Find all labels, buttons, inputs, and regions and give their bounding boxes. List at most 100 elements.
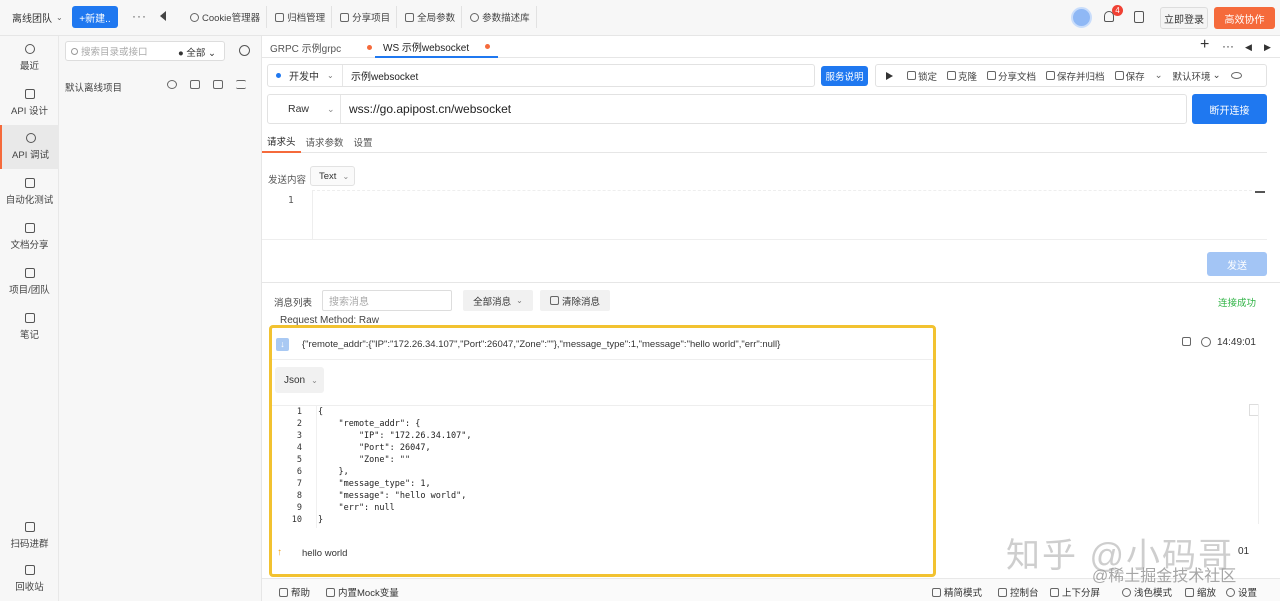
nav-label: API 调试 [12,150,49,161]
share-doc-button[interactable]: 分享文档 [987,69,1036,83]
environment-select[interactable]: 默认环境 ⌄ [1173,69,1221,83]
prev-tab-icon[interactable]: ◀ [1245,42,1252,53]
more-icon[interactable]: ··· [132,9,147,23]
cookie-manager-button[interactable]: Cookie管理器 [184,6,268,28]
sort-icon[interactable] [236,80,246,89]
action-label: 分享文档 [998,71,1037,83]
divider [272,359,933,360]
request-info-bar: 开发中 ⌄ 示例websocket [267,64,815,87]
collapse-arrow-icon[interactable] [160,11,166,21]
console-button[interactable]: 控制台 [998,585,1039,599]
tree-search-input[interactable]: 搜索目录或接口 ● 全部 ⌄ [65,41,225,61]
add-folder-icon[interactable] [190,80,200,89]
send-button[interactable]: 发送 [1207,252,1267,276]
add-tab-icon[interactable]: + [1200,36,1209,54]
save-dropdown-icon[interactable]: ⌄ [1155,70,1163,81]
tree-item-project[interactable]: 默认离线项目 [65,80,122,94]
help-button[interactable]: 帮助 [279,585,310,599]
save-archive-button[interactable]: 保存并归档 [1046,69,1105,83]
message-filter-select[interactable]: 全部消息 ⌄ [463,290,533,311]
nav-item-qr[interactable]: 扫码进群 [0,514,59,558]
nav-label: 笔记 [19,330,39,341]
collapse-icon[interactable] [1255,191,1265,193]
code-line: 2 "remote_addr": { [296,419,421,429]
received-message-row[interactable]: ↓ {"remote_addr":{"IP":"172.26.34.107","… [272,334,933,358]
tab-websocket[interactable]: WS 示例websocket [375,36,499,58]
next-tab-icon[interactable]: ▶ [1264,42,1271,53]
archive-icon [275,12,285,22]
archive-manager-button[interactable]: 归档管理 [269,6,333,28]
more-tabs-icon[interactable]: ··· [1222,39,1234,53]
settings-button[interactable]: 设置 [1226,585,1257,599]
zoom-button[interactable]: 缩放 [1185,585,1216,599]
param-library-button[interactable]: 参数描述库 [464,6,537,28]
tab-grpc[interactable]: GRPC 示例grpc [262,36,380,58]
nav-item-project[interactable]: 项目/团队 [0,260,59,304]
nav-item-api-design[interactable]: API 设计 [0,81,59,125]
collab-button[interactable]: 高效协作 [1214,7,1275,29]
code-text: "message_type": 1, [318,479,431,489]
chevron-down-icon: ⌄ [311,375,318,385]
message-search-input[interactable]: 搜索消息 [322,290,452,311]
nav-item-notes[interactable]: 笔记 [0,305,59,349]
editor-area[interactable] [312,190,1252,240]
disconnect-button[interactable]: 断开连接 [1192,94,1267,124]
nav-label: API 设计 [11,106,48,117]
copy-icon[interactable] [1182,337,1191,346]
footer-label: 缩放 [1197,588,1217,599]
lock-button[interactable]: 锁定 [907,69,937,83]
save-button[interactable]: 保存 [1114,69,1145,83]
archive-icon [1046,71,1056,80]
method-select[interactable]: Raw ⌄ [268,95,341,123]
format-label: Json [284,374,306,386]
scrollbar[interactable] [1258,404,1259,524]
clone-button[interactable]: 克隆 [947,69,977,83]
tool-label: Cookie管理器 [202,13,261,24]
tab-params[interactable]: 请求参数 [301,130,349,153]
toolbar-tools: Cookie管理器 归档管理 分享项目 全局参数 参数描述库 [184,5,537,29]
tree-filter-select[interactable]: ● 全部 ⌄ [178,45,216,59]
send-editor[interactable]: 1 [262,190,1267,240]
trash-icon [549,296,559,305]
login-button[interactable]: 立即登录 [1160,7,1208,29]
tab-headers[interactable]: 请求头 [262,130,301,153]
nav-item-api-debug[interactable]: API 调试 [0,125,59,169]
document-icon[interactable] [1134,11,1144,23]
status-select[interactable]: 开发中 ⌄ [268,65,343,86]
add-user-icon[interactable] [167,80,177,89]
clear-messages-button[interactable]: 清除消息 [540,290,610,311]
nav-label: 文档分享 [10,240,49,251]
new-button[interactable]: +新建.. [72,6,118,28]
url-input[interactable]: wss://go.apipost.cn/websocket [341,102,511,116]
service-doc-button[interactable]: 服务说明 [821,66,868,86]
nav-item-recent[interactable]: 最近 [0,36,59,80]
split-view-button[interactable]: 上下分屏 [1050,585,1100,599]
footer-label: 帮助 [291,588,311,599]
footer-label: 上下分屏 [1062,588,1101,599]
tool-label: 归档管理 [287,13,326,24]
light-mode-button[interactable]: 浅色模式 [1122,585,1172,599]
avatar[interactable] [1071,7,1092,28]
nav-item-doc-share[interactable]: 文档分享 [0,215,59,259]
json-viewer[interactable]: 1{ 2 "remote_addr": { 3 "IP": "172.26.34… [272,405,933,528]
mock-vars-button[interactable]: 内置Mock变量 [326,585,399,599]
import-icon[interactable] [213,80,223,89]
compact-mode-button[interactable]: 精简模式 [932,585,982,599]
run-icon[interactable] [886,71,893,80]
format-select[interactable]: Json ⌄ [275,367,324,393]
environment-label: 默认环境 [1172,71,1211,83]
locate-icon[interactable] [239,45,250,56]
unsaved-dot [485,43,491,49]
global-params-button[interactable]: 全局参数 [399,6,463,28]
request-name-input[interactable]: 示例websocket [343,68,418,83]
sent-message-row[interactable]: ↑ hello world [272,540,933,564]
code-text: "Port": 26047, [318,443,431,453]
eye-icon[interactable] [1230,72,1242,79]
tab-settings[interactable]: 设置 [349,130,378,153]
library-icon [470,12,480,22]
share-project-button[interactable]: 分享项目 [334,6,398,28]
nav-item-trash[interactable]: 回收站 [0,557,59,601]
team-selector[interactable]: 离线团队 ⌄ [0,10,68,25]
send-type-select[interactable]: Text ⌄ [310,166,355,186]
nav-item-automation[interactable]: 自动化测试 [0,170,59,214]
